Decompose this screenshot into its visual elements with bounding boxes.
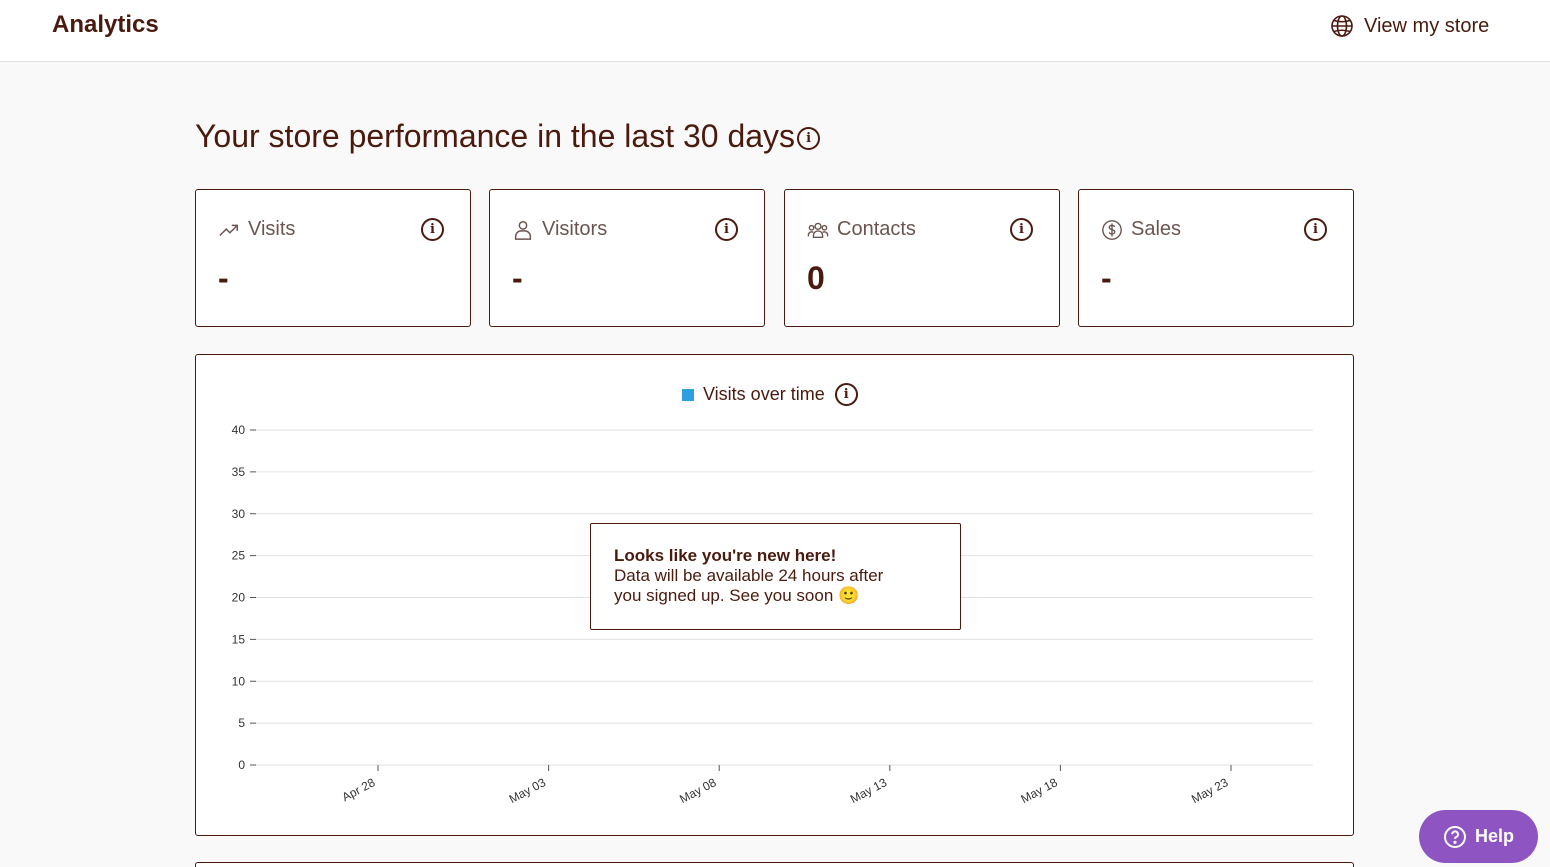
stat-label: Contacts	[837, 218, 916, 240]
stat-label: Visits	[248, 218, 296, 240]
info-icon[interactable]: i	[1304, 218, 1327, 241]
performance-heading-text: Your store performance in the last 30 da…	[195, 118, 796, 154]
next-section-card	[195, 862, 1354, 867]
empty-state-title: Looks like you're new here!	[614, 546, 837, 565]
stat-card-contacts: Contacts i 0	[784, 189, 1060, 327]
chart-legend: Visits over time i	[682, 383, 858, 406]
help-button[interactable]: Help	[1419, 810, 1538, 863]
x-tick-label: May 08	[677, 775, 719, 806]
info-icon[interactable]: i	[797, 127, 821, 150]
y-tick-label: 25	[232, 549, 246, 563]
x-tick-label: May 13	[848, 775, 890, 806]
stat-card-header: Visitors	[512, 218, 607, 241]
dollar-icon	[1102, 219, 1122, 240]
stat-card-header: Contacts	[807, 218, 916, 241]
trending-up-icon	[219, 224, 238, 236]
y-tick-label: 5	[238, 716, 245, 730]
y-tick-label: 35	[232, 465, 246, 479]
y-tick-label: 10	[232, 674, 246, 688]
x-tick-label: May 23	[1189, 775, 1231, 806]
x-tick-label: May 18	[1018, 775, 1060, 806]
legend-label: Visits over time	[703, 384, 825, 404]
empty-state-text: Data will be available 24 hours after yo…	[614, 566, 884, 605]
info-icon[interactable]: i	[834, 383, 858, 406]
x-tick-label: May 03	[507, 775, 549, 806]
info-icon[interactable]: i	[421, 218, 444, 241]
stat-card-visitors: Visitors i -	[489, 189, 765, 327]
y-tick-label: 0	[238, 758, 245, 772]
stat-card-visits: Visits i -	[195, 189, 471, 327]
stat-label: Sales	[1131, 218, 1182, 240]
top-bar: Analytics View my store	[0, 0, 1550, 62]
stat-card-sales: Sales i -	[1078, 189, 1354, 327]
y-tick-label: 15	[232, 632, 246, 646]
stat-card-header: Sales	[1101, 218, 1181, 241]
help-label: Help	[1474, 826, 1514, 846]
y-tick-label: 20	[232, 591, 246, 605]
empty-state-message: Looks like you're new here! Data will be…	[590, 523, 961, 630]
question-circle-icon	[1443, 825, 1466, 848]
stat-card-header: Visits	[218, 218, 295, 241]
page-title: Analytics	[52, 11, 159, 38]
performance-heading: Your store performance in the last 30 da…	[195, 118, 821, 155]
y-tick-label: 40	[232, 423, 246, 437]
view-my-store-label: View my store	[1364, 14, 1490, 37]
stat-value: 0	[807, 260, 825, 296]
people-icon	[807, 222, 829, 238]
user-icon	[514, 220, 532, 240]
legend-swatch	[682, 388, 694, 401]
info-icon[interactable]: i	[715, 218, 738, 241]
stat-value: -	[1101, 260, 1112, 296]
info-icon[interactable]: i	[1010, 218, 1033, 241]
stat-value: -	[218, 260, 229, 296]
stat-label: Visitors	[542, 218, 608, 240]
visits-chart-card: 0 5 10 15 20 25 30 35 40 Apr 28 May 03 May 08 May 13…	[195, 354, 1354, 836]
y-tick-label: 30	[232, 507, 246, 521]
view-my-store-link[interactable]: View my store	[1330, 12, 1489, 40]
globe-icon	[1331, 15, 1353, 37]
x-tick-label: Apr 28	[340, 775, 378, 804]
stat-value: -	[512, 260, 523, 296]
